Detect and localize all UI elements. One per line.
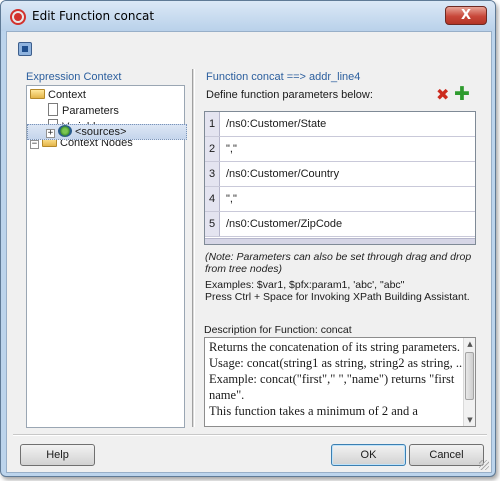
description-label: Description for Function: concat	[204, 324, 352, 336]
tree-item-label: Context	[48, 89, 86, 101]
description-text: Returns the concatenation of its string …	[209, 339, 470, 419]
parameter-value[interactable]: ","	[226, 187, 237, 211]
tree-item-label: <sources>	[75, 126, 127, 138]
document-icon	[48, 103, 58, 116]
parameter-value[interactable]: /ns0:Customer/Country	[226, 162, 339, 186]
add-plus-icon[interactable]: ✚	[454, 85, 470, 104]
parameter-value[interactable]: /ns0:Customer/ZipCode	[226, 212, 342, 236]
description-line: Usage: concat(string1 as string, string2…	[209, 356, 470, 370]
cancel-button[interactable]: Cancel	[409, 444, 484, 466]
parameter-index: 5	[205, 212, 220, 236]
close-button[interactable]: X	[445, 6, 487, 25]
examples-text: Examples: $var1, $pfx:param1, 'abc', "ab…	[205, 279, 405, 291]
window-title: Edit Function concat	[32, 9, 155, 23]
app-logo-icon	[10, 9, 26, 25]
parameter-row[interactable]: 5 /ns0:Customer/ZipCode	[205, 212, 475, 237]
table-footer	[205, 238, 475, 244]
parameter-row[interactable]: 3 /ns0:Customer/Country	[205, 162, 475, 187]
parameter-index: 3	[205, 162, 220, 186]
tree-item-sources[interactable]: + <sources>	[27, 124, 187, 140]
drag-drop-note: (Note: Parameters can also be set throug…	[205, 251, 472, 275]
parameter-index: 1	[205, 112, 220, 136]
folder-open-icon	[30, 89, 45, 99]
xml-node-icon	[58, 125, 72, 137]
parameter-value[interactable]: ","	[226, 137, 237, 161]
parameter-index: 4	[205, 187, 220, 211]
description-scrollbar[interactable]: ▲ ▼	[463, 338, 475, 426]
parameter-row[interactable]: 2 ","	[205, 137, 475, 162]
help-button[interactable]: Help	[20, 444, 95, 466]
expand-toggle[interactable]: +	[46, 129, 55, 138]
parameter-index: 2	[205, 137, 220, 161]
delete-x-icon[interactable]: ✖	[436, 87, 449, 103]
scroll-thumb[interactable]	[465, 352, 474, 400]
description-line: Example: concat("first"," ","name") retu…	[209, 372, 455, 386]
resize-grip[interactable]	[479, 460, 489, 470]
scroll-up-arrow-icon[interactable]: ▲	[465, 339, 475, 349]
tree-item-parameters[interactable]: Parameters	[48, 103, 119, 119]
description-box[interactable]: Returns the concatenation of its string …	[204, 337, 476, 427]
parameter-row[interactable]: 4 ","	[205, 187, 475, 212]
description-line: name".	[209, 388, 245, 402]
panel-splitter[interactable]	[192, 69, 195, 427]
parameters-table: 1 /ns0:Customer/State 2 "," 3 /ns0:Custo…	[204, 111, 476, 245]
ok-button[interactable]: OK	[331, 444, 406, 466]
description-line: This function takes a minimum of 2 and a	[209, 404, 418, 418]
expression-context-heading: Expression Context	[26, 71, 122, 83]
button-divider	[13, 434, 487, 436]
tree-item-context[interactable]: Context	[30, 87, 86, 103]
xpath-building-icon[interactable]	[18, 42, 32, 56]
edit-function-dialog: Edit Function concat X Expression Contex…	[0, 0, 496, 477]
function-heading: Function concat ==> addr_line4	[206, 71, 361, 83]
tree-item-label: Parameters	[62, 105, 119, 117]
description-line: Returns the concatenation of its string …	[209, 340, 460, 354]
parameter-row[interactable]: 1 /ns0:Customer/State	[205, 112, 475, 137]
dialog-body: Expression Context Context Parameters Va…	[6, 31, 492, 473]
parameter-value[interactable]: /ns0:Customer/State	[226, 112, 326, 136]
define-parameters-label: Define function parameters below:	[206, 89, 373, 101]
scroll-down-arrow-icon[interactable]: ▼	[465, 415, 475, 425]
collapse-toggle[interactable]: −	[30, 140, 39, 149]
xpath-assistant-hint: Press Ctrl + Space for Invoking XPath Bu…	[205, 291, 470, 303]
title-bar[interactable]: Edit Function concat X	[1, 1, 495, 31]
